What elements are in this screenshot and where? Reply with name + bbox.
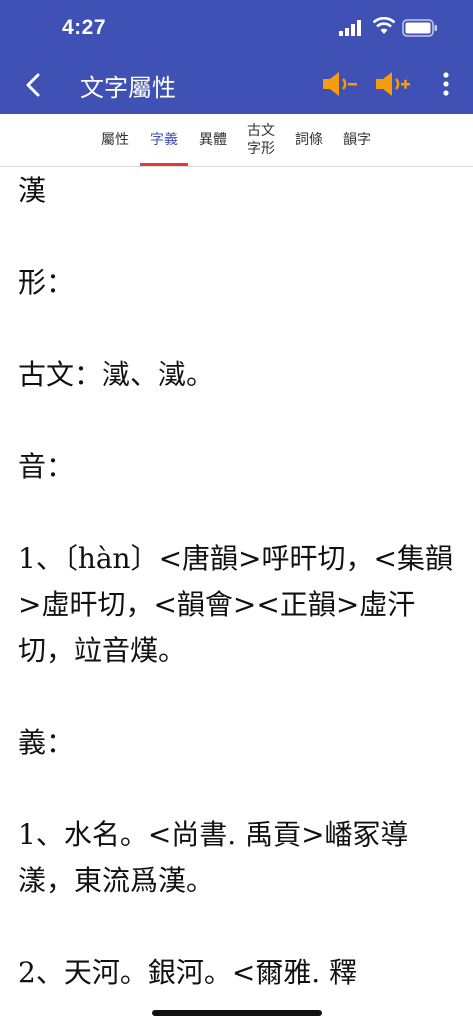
tab-meaning[interactable]: 字義 [140, 114, 188, 166]
more-vert-icon[interactable] [432, 68, 460, 100]
tab-ancient-forms[interactable]: 古文 字形 [242, 114, 280, 166]
sound-label: 音： [18, 450, 75, 483]
guwen-forms: 古文：㵄、㵄。 [18, 358, 215, 391]
speaker-minus-icon[interactable] [320, 68, 360, 100]
active-tab-indicator [140, 163, 188, 166]
tab-label: 異體 [199, 132, 227, 148]
tab-bar: 屬性 字義 異體 古文 字形 詞條 韻字 [0, 114, 473, 167]
shape-label: 形： [18, 266, 75, 299]
sound-entry-1: 1、〔hàn〕<唐韻>呼旰切，<集韻>虛旰切，<韻會><正韻>虛汗切，竝音熯。 [18, 542, 453, 667]
tab-variants[interactable]: 異體 [194, 114, 232, 166]
headword: 漢 [18, 174, 47, 207]
speaker-plus-icon[interactable] [373, 68, 413, 100]
tab-entries[interactable]: 詞條 [290, 114, 328, 166]
signal-icon [339, 20, 361, 36]
top-bar: 4:27 文字屬性 [0, 0, 473, 114]
tab-label-line2: 字形 [247, 141, 275, 157]
meaning-entry-2: 2、天河。銀河。<爾雅. 釋 [18, 956, 358, 989]
tab-label: 韻字 [343, 132, 371, 148]
app-bar: 文字屬性 [0, 56, 473, 114]
definition-content: 漢 形： 古文：㵄、㵄。 音： 1、〔hàn〕<唐韻>呼旰切，<集韻>虛旰切，<… [18, 168, 458, 996]
meaning-entry-1: 1、水名。<尚書. 禹貢>嶓冢導漾，東流爲漢。 [18, 818, 409, 897]
meaning-label: 義： [18, 726, 75, 759]
wifi-icon [372, 17, 396, 34]
status-time: 4:27 [62, 16, 107, 39]
status-bar: 4:27 [0, 0, 473, 56]
battery-icon [402, 19, 437, 37]
home-indicator[interactable] [152, 1010, 322, 1016]
tab-label-line1: 古文 [247, 123, 275, 139]
tab-properties[interactable]: 屬性 [96, 114, 134, 166]
back-arrow-icon[interactable] [18, 69, 50, 101]
tab-label: 詞條 [295, 132, 323, 148]
tab-label: 字義 [150, 132, 178, 148]
screen: 4:27 文字屬性 屬性 字義 異體 古文 字形 詞條 韻字 漢 形： 古文：㵄… [0, 0, 473, 1024]
page-title: 文字屬性 [80, 74, 176, 102]
tab-rhymes[interactable]: 韻字 [338, 114, 376, 166]
tab-label: 屬性 [101, 132, 129, 148]
